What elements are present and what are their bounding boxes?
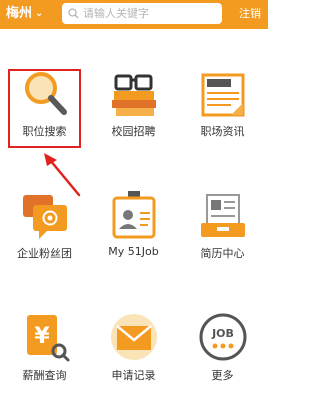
menu-item-company-fans[interactable]: 企业粉丝团 [0, 151, 89, 273]
chevron-down-icon: ⌄ [35, 8, 44, 19]
city-label: 梅州 [6, 6, 33, 21]
menu-item-my51job[interactable]: My 51Job [89, 151, 178, 273]
search-input[interactable] [83, 7, 203, 20]
job-more-icon: JOB [199, 313, 247, 361]
highlight-box [8, 69, 81, 148]
menu-item-career-news[interactable]: 职场资讯 [178, 29, 267, 151]
search-box[interactable] [62, 3, 222, 24]
menu-item-label: 申请记录 [111, 369, 156, 382]
chat-bubbles-icon [23, 195, 67, 239]
menu-item-salary-query[interactable]: ¥ 薪酬查询 [0, 273, 89, 395]
top-bar: 梅州⌄ 注销 [0, 0, 268, 29]
logout-button[interactable]: 注销 [239, 4, 261, 24]
menu-item-label: 更多 [211, 369, 234, 382]
menu-item-label: 职场资讯 [200, 125, 245, 138]
menu-item-more[interactable]: JOB 更多 [178, 273, 267, 395]
books-glasses-icon [112, 74, 156, 116]
menu-item-label: 薪酬查询 [22, 369, 67, 382]
city-selector[interactable]: 梅州 ⌄ [6, 4, 43, 24]
salary-icon: ¥ [27, 315, 70, 362]
badge-icon [112, 191, 156, 239]
menu-item-label: My 51Job [108, 245, 159, 258]
search-icon [68, 8, 79, 19]
envelope-icon [111, 314, 157, 360]
menu-item-application-records[interactable]: 申请记录 [89, 273, 178, 395]
menu-item-label: 企业粉丝团 [17, 247, 72, 260]
menu-item-label: 校园招聘 [111, 125, 156, 138]
resume-icon [201, 194, 245, 237]
menu-item-resume-center[interactable]: 简历中心 [178, 151, 267, 273]
menu-item-campus-recruit[interactable]: 校园招聘 [89, 29, 178, 151]
newspaper-icon [201, 73, 245, 117]
menu-item-label: 简历中心 [200, 247, 245, 260]
svg-text:JOB: JOB [211, 327, 234, 340]
svg-text:¥: ¥ [34, 324, 50, 349]
